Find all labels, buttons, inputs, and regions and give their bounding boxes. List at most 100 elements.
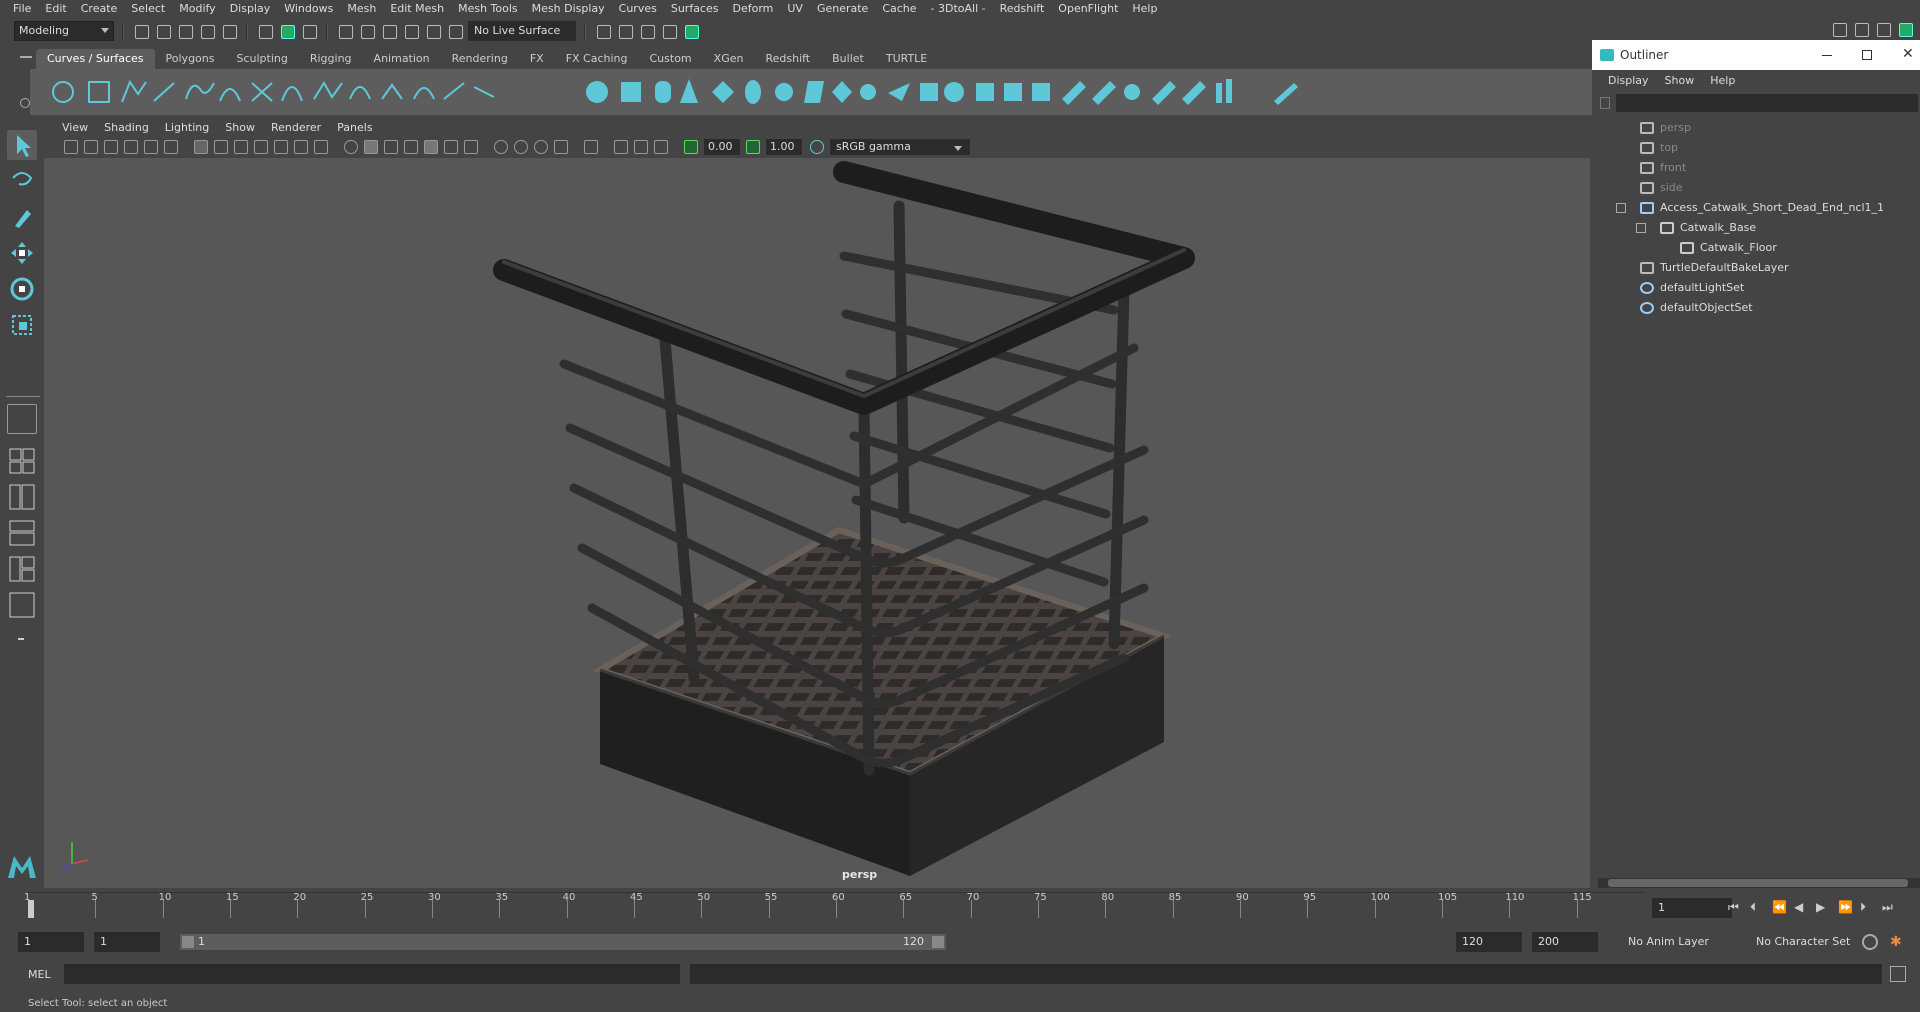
attribute-editor-icon[interactable] (1852, 20, 1870, 38)
outliner-menu-help[interactable]: Help (1702, 74, 1743, 87)
outliner-item[interactable]: defaultLightSet (1592, 278, 1920, 298)
persp-outliner-layout-icon[interactable] (7, 482, 37, 512)
menu-redshift[interactable]: Redshift (993, 0, 1052, 18)
save-scene-icon[interactable] (176, 22, 194, 40)
textured-icon[interactable] (424, 140, 438, 154)
panel-menu-panels[interactable]: Panels (329, 121, 380, 134)
select-camera-icon[interactable] (64, 140, 78, 154)
move-tool-icon[interactable] (7, 238, 37, 268)
outliner-search-input[interactable] (1616, 94, 1918, 112)
range-end-handle[interactable] (932, 936, 944, 948)
outliner-item[interactable]: side (1592, 178, 1920, 198)
live-surface-field[interactable]: No Live Surface (468, 21, 576, 41)
range-start-handle[interactable] (182, 936, 194, 948)
shelf-tab-turtle[interactable]: TURTLE (875, 49, 938, 69)
single-perspective-layout-icon[interactable] (7, 404, 37, 434)
render-settings-icon[interactable] (660, 22, 678, 40)
menu-modify[interactable]: Modify (172, 0, 222, 18)
exposure-icon[interactable] (684, 140, 698, 154)
shadows-icon[interactable] (464, 140, 478, 154)
select-hierarchy-icon[interactable] (256, 22, 274, 40)
scale-tool-icon[interactable] (7, 310, 37, 340)
view-transform-dropdown[interactable]: sRGB gamma (830, 139, 970, 155)
grease-pencil-icon[interactable] (164, 140, 178, 154)
scene-start-field[interactable]: 1 (18, 932, 84, 952)
grid-icon[interactable] (194, 140, 208, 154)
menu-curves[interactable]: Curves (612, 0, 664, 18)
menu-3dtoall[interactable]: - 3DtoAll - (924, 0, 993, 18)
menu-edit[interactable]: Edit (38, 0, 73, 18)
custom-layout-icon[interactable] (7, 590, 37, 620)
menu-cache[interactable]: Cache (875, 0, 923, 18)
play-forwards-icon[interactable]: ▶ (1816, 900, 1830, 914)
snap-curve-icon[interactable] (358, 22, 376, 40)
scene-end-field[interactable]: 200 (1532, 932, 1598, 952)
panel-menu-shading[interactable]: Shading (96, 121, 157, 134)
go-to-start-icon[interactable]: ⏮ (1728, 900, 1742, 914)
persp-graph-hypershade-layout-icon[interactable] (7, 554, 37, 584)
gate-mask-icon[interactable] (254, 140, 268, 154)
image-plane-icon[interactable] (124, 140, 138, 154)
xray-icon[interactable] (614, 140, 628, 154)
panel-menu-renderer[interactable]: Renderer (263, 121, 329, 134)
character-set-dropdown[interactable]: No Character Set (1750, 932, 1858, 952)
tool-settings-icon[interactable] (1874, 20, 1892, 38)
shelf-tab-rigging[interactable]: Rigging (299, 49, 363, 69)
film-gate-icon[interactable] (214, 140, 228, 154)
panel-menu-show[interactable]: Show (217, 121, 263, 134)
collapse-icon[interactable] (1616, 203, 1626, 213)
snap-plane-icon[interactable] (402, 22, 420, 40)
wireframe-icon[interactable] (344, 140, 358, 154)
perspective-viewport[interactable] (44, 158, 1590, 888)
snap-point-icon[interactable] (380, 22, 398, 40)
toolbox-more-icon[interactable] (18, 638, 24, 640)
outliner-item[interactable]: Catwalk_Floor (1592, 238, 1920, 258)
open-scene-icon[interactable] (154, 22, 172, 40)
menu-create[interactable]: Create (74, 0, 125, 18)
resolution-gate-icon[interactable] (234, 140, 248, 154)
script-editor-icon[interactable] (1890, 966, 1906, 982)
ipr-render-icon[interactable] (638, 22, 656, 40)
redo-icon[interactable] (220, 22, 238, 40)
play-backwards-icon[interactable]: ◀ (1794, 900, 1808, 914)
xray-components-icon[interactable] (654, 140, 668, 154)
step-forward-key-icon[interactable]: ⏩ (1838, 900, 1853, 914)
go-to-end-icon[interactable]: ⏭ (1882, 900, 1896, 914)
range-slider[interactable]: 1 120 (180, 934, 946, 950)
outliner-item[interactable]: TurtleDefaultBakeLayer (1592, 258, 1920, 278)
menu-select[interactable]: Select (124, 0, 172, 18)
snap-surface-icon[interactable] (424, 22, 442, 40)
search-options-icon[interactable] (1600, 97, 1610, 109)
select-object-icon[interactable] (278, 22, 296, 40)
shelf-tab-custom[interactable]: Custom (639, 49, 703, 69)
gamma-icon[interactable] (746, 140, 760, 154)
depth-of-field-icon[interactable] (554, 140, 568, 154)
persp-graph-layout-icon[interactable] (7, 518, 37, 548)
scrollbar-thumb[interactable] (1608, 879, 1908, 887)
bookmark-icon[interactable] (104, 140, 118, 154)
shelf-menu-icon[interactable] (20, 56, 32, 58)
menu-mesh[interactable]: Mesh (340, 0, 383, 18)
workspace-icons[interactable] (1830, 20, 1920, 40)
anim-layer-dropdown[interactable]: No Anim Layer (1622, 932, 1728, 952)
use-all-lights-icon[interactable] (444, 140, 458, 154)
close-icon[interactable]: ✕ (1902, 46, 1914, 62)
current-frame-field[interactable]: 1 (1652, 898, 1732, 918)
snap-grid-icon[interactable] (336, 22, 354, 40)
step-back-frame-icon[interactable]: ⏴ (1750, 900, 1764, 914)
menu-file[interactable]: File (6, 0, 38, 18)
camera-attributes-icon[interactable] (84, 140, 98, 154)
render-view-icon[interactable] (594, 22, 612, 40)
menu-set-dropdown[interactable]: Modeling (14, 21, 114, 41)
animation-prefs-icon[interactable]: ✱ (1890, 934, 1906, 950)
menu-windows[interactable]: Windows (277, 0, 340, 18)
menu-generate[interactable]: Generate (810, 0, 875, 18)
anti-aliasing-icon[interactable] (534, 140, 548, 154)
safe-action-icon[interactable] (294, 140, 308, 154)
sidebar-toggle-icon[interactable] (1830, 20, 1848, 38)
menu-mesh-display[interactable]: Mesh Display (525, 0, 612, 18)
shelf-tab-redshift[interactable]: Redshift (754, 49, 821, 69)
current-time-indicator[interactable] (28, 900, 34, 918)
undo-icon[interactable] (198, 22, 216, 40)
outliner-item[interactable]: front (1592, 158, 1920, 178)
